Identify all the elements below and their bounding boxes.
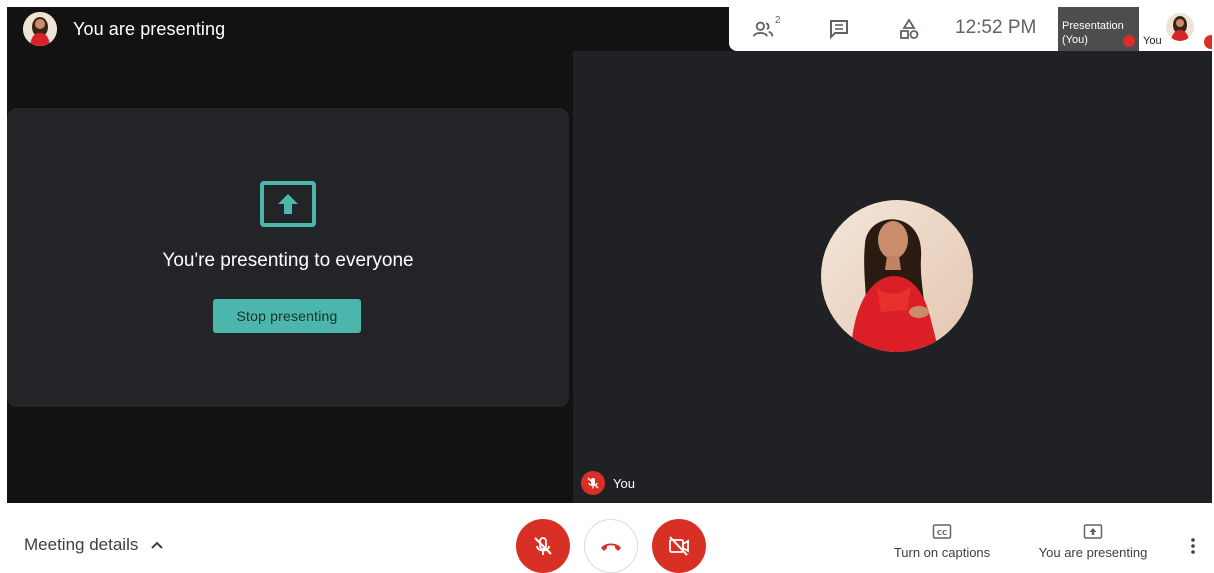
participant-name: You — [613, 475, 635, 491]
present-screen-icon — [1083, 524, 1103, 539]
stop-presenting-button[interactable]: Stop presenting — [213, 299, 361, 333]
presenting-label: You are presenting — [1038, 545, 1148, 560]
presenting-message: You're presenting to everyone — [162, 250, 414, 271]
chevron-up-icon — [151, 541, 164, 549]
meeting-details-label: Meeting details — [24, 535, 139, 554]
page-title: You are presenting — [73, 18, 226, 39]
bottom-toolbar: Meeting details CC Turn on captions You … — [0, 503, 1214, 573]
presentation-thumb-owner: (You) — [1062, 34, 1088, 46]
avatar — [23, 12, 57, 46]
present-screen-icon — [260, 181, 316, 227]
self-thumbnail[interactable]: You — [1141, 7, 1212, 51]
people-icon[interactable]: 2 — [753, 15, 781, 41]
top-panel: 2 12:52 PM Presentation (You) You — [729, 7, 1212, 51]
captions-button[interactable]: CC Turn on captions — [892, 523, 992, 560]
meeting-stage: You are presenting You're presenting to … — [7, 7, 1212, 503]
shapes-icon[interactable] — [897, 17, 921, 41]
tile-name-label: You — [581, 471, 635, 495]
mic-off-icon — [1204, 35, 1212, 49]
presenting-header: You are presenting — [23, 11, 225, 47]
cc-icon: CC — [932, 524, 952, 539]
presenting-button[interactable]: You are presenting — [1036, 523, 1150, 560]
svg-text:CC: CC — [937, 529, 947, 537]
captions-label: Turn on captions — [893, 545, 991, 560]
clock-time: 12:52 PM — [955, 17, 1037, 38]
chat-icon[interactable] — [827, 17, 851, 41]
mic-off-icon — [581, 471, 605, 495]
avatar — [1166, 13, 1194, 41]
meeting-details-button[interactable]: Meeting details — [24, 535, 164, 555]
phone-hangup-icon — [601, 543, 621, 551]
participant-avatar — [821, 200, 973, 352]
turn-off-camera-button[interactable] — [652, 519, 706, 573]
participant-tile: You — [573, 51, 1212, 503]
presentation-thumb-title: Presentation — [1062, 20, 1124, 32]
self-thumb-label: You — [1143, 35, 1162, 47]
mute-microphone-button[interactable] — [516, 519, 570, 573]
mic-off-icon — [534, 537, 552, 555]
presenting-card: You're presenting to everyone Stop prese… — [7, 108, 569, 407]
mic-off-icon — [1123, 35, 1135, 47]
presentation-thumbnail[interactable]: Presentation (You) — [1058, 7, 1139, 51]
more-vert-icon[interactable] — [1186, 537, 1200, 555]
participants-count: 2 — [775, 15, 781, 26]
camera-off-icon — [669, 536, 689, 556]
leave-call-button[interactable] — [584, 519, 638, 573]
